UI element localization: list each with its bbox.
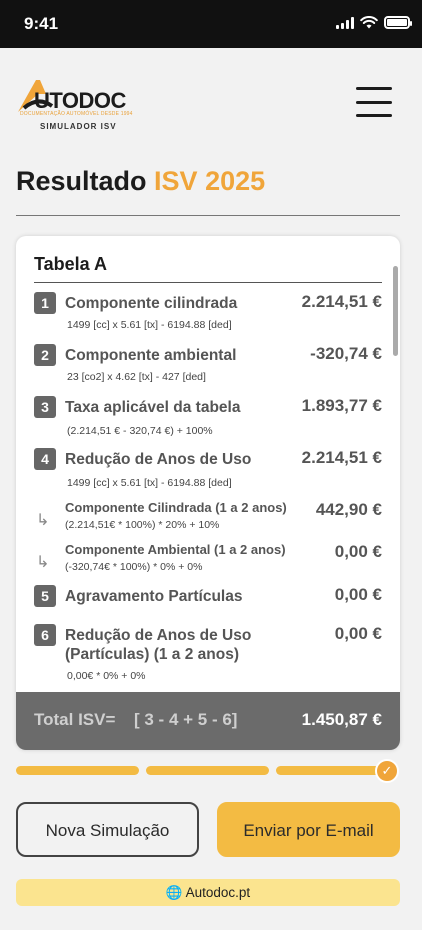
title-prefix: Resultado (16, 166, 147, 196)
table-name: Tabela A (34, 254, 108, 274)
new-simulation-button[interactable]: Nova Simulação (16, 802, 199, 857)
row-formula: (2.214,51 € - 320,74 €) + 100% (67, 425, 213, 437)
globe-icon: 🌐 (165, 885, 183, 900)
total-label: Total ISV= (34, 710, 116, 729)
status-icons (336, 16, 412, 29)
row-label: Redução de Anos de Uso (Partículas) (1 a… (65, 627, 252, 663)
row-formula: 1499 [cc] x 5.61 [tx] - 6194.88 [ded] (67, 477, 232, 489)
row-number-badge: 1 (34, 292, 56, 314)
subrow-label: Componente Cilindrada (1 a 2 anos) (2.21… (65, 500, 287, 531)
title-accent: ISV 2025 (154, 166, 266, 196)
row-label: Agravamento Partículas (65, 588, 243, 605)
menu-icon[interactable] (356, 87, 392, 117)
row-amount: 0,00 € (334, 624, 382, 643)
subrow-detail: (2.214,51€ * 100%) * 20% + 10% (65, 519, 220, 531)
subrow-arrow-icon: ↳ (36, 512, 50, 529)
progress-step-3 (276, 766, 386, 775)
row-amount: 0,00 € (334, 585, 382, 604)
row-number-badge: 5 (34, 585, 56, 607)
total-bar: Total ISV= [ 3 - 4 + 5 - 6] 1.450,87 € (16, 692, 400, 750)
row-label: Componente cilindrada (65, 295, 238, 312)
row-number-badge: 4 (34, 448, 56, 470)
signal-icon (336, 16, 354, 29)
row-number-badge: 6 (34, 624, 56, 646)
row-amount: 2.214,51 € (301, 292, 382, 311)
table-divider (34, 282, 382, 283)
battery-icon (384, 16, 412, 29)
row-amount: -320,74 € (310, 344, 382, 363)
row-label: Redução de Anos de Uso (65, 451, 252, 468)
row-formula: 0,00€ * 0% + 0% (67, 670, 146, 682)
total-value: 1.450,87 € (301, 710, 382, 729)
total-expression: [ 3 - 4 + 5 - 6] (134, 710, 238, 729)
row-amount: 1.893,77 € (301, 396, 382, 415)
row-number-badge: 2 (34, 344, 56, 366)
row-amount: 2.214,51 € (301, 448, 382, 467)
status-time: 9:41 (24, 14, 59, 33)
row-formula: 23 [co2] x 4.62 [tx] - 427 [ded] (67, 371, 206, 383)
progress-step-1 (16, 766, 139, 775)
wifi-icon (360, 16, 378, 29)
row-label: Componente ambiental (65, 347, 237, 364)
send-email-button[interactable]: Enviar por E-mail (217, 802, 400, 857)
result-card: Tabela A 1 Componente cilindrada 2.214,5… (16, 236, 400, 750)
title-divider (16, 215, 400, 216)
row-number-badge: 3 (34, 396, 56, 418)
row-label: Taxa aplicável da tabela (65, 399, 241, 416)
check-icon: ✓ (375, 759, 399, 783)
subrow-amount: 0,00 € (334, 542, 382, 561)
footer-link[interactable]: 🌐 Autodoc.pt (16, 879, 400, 906)
logo-subtitle: SIMULADOR ISV (40, 122, 117, 131)
footer-link-label: Autodoc.pt (185, 885, 251, 900)
row-formula: 1499 [cc] x 5.61 [tx] - 6194.88 [ded] (67, 319, 232, 331)
subrow-amount: 442,90 € (315, 500, 382, 519)
page-title: Resultado ISV 2025 (16, 166, 265, 197)
logo-tagline: DOCUMENTAÇÃO AUTOMÓVEL DESDE 1994 (20, 111, 133, 117)
subrow-detail: (-320,74€ * 100%) * 0% + 0% (65, 561, 203, 573)
subrow-arrow-icon: ↳ (36, 554, 50, 571)
status-bar: 9:41 (0, 0, 422, 48)
subrow-label: Componente Ambiental (1 a 2 anos) (-320,… (65, 542, 286, 573)
progress-step-2 (146, 766, 269, 775)
autodoc-logo[interactable]: UTODOC DOCUMENTAÇÃO AUTOMÓVEL DESDE 1994… (16, 72, 146, 134)
scrollbar[interactable] (393, 266, 398, 356)
